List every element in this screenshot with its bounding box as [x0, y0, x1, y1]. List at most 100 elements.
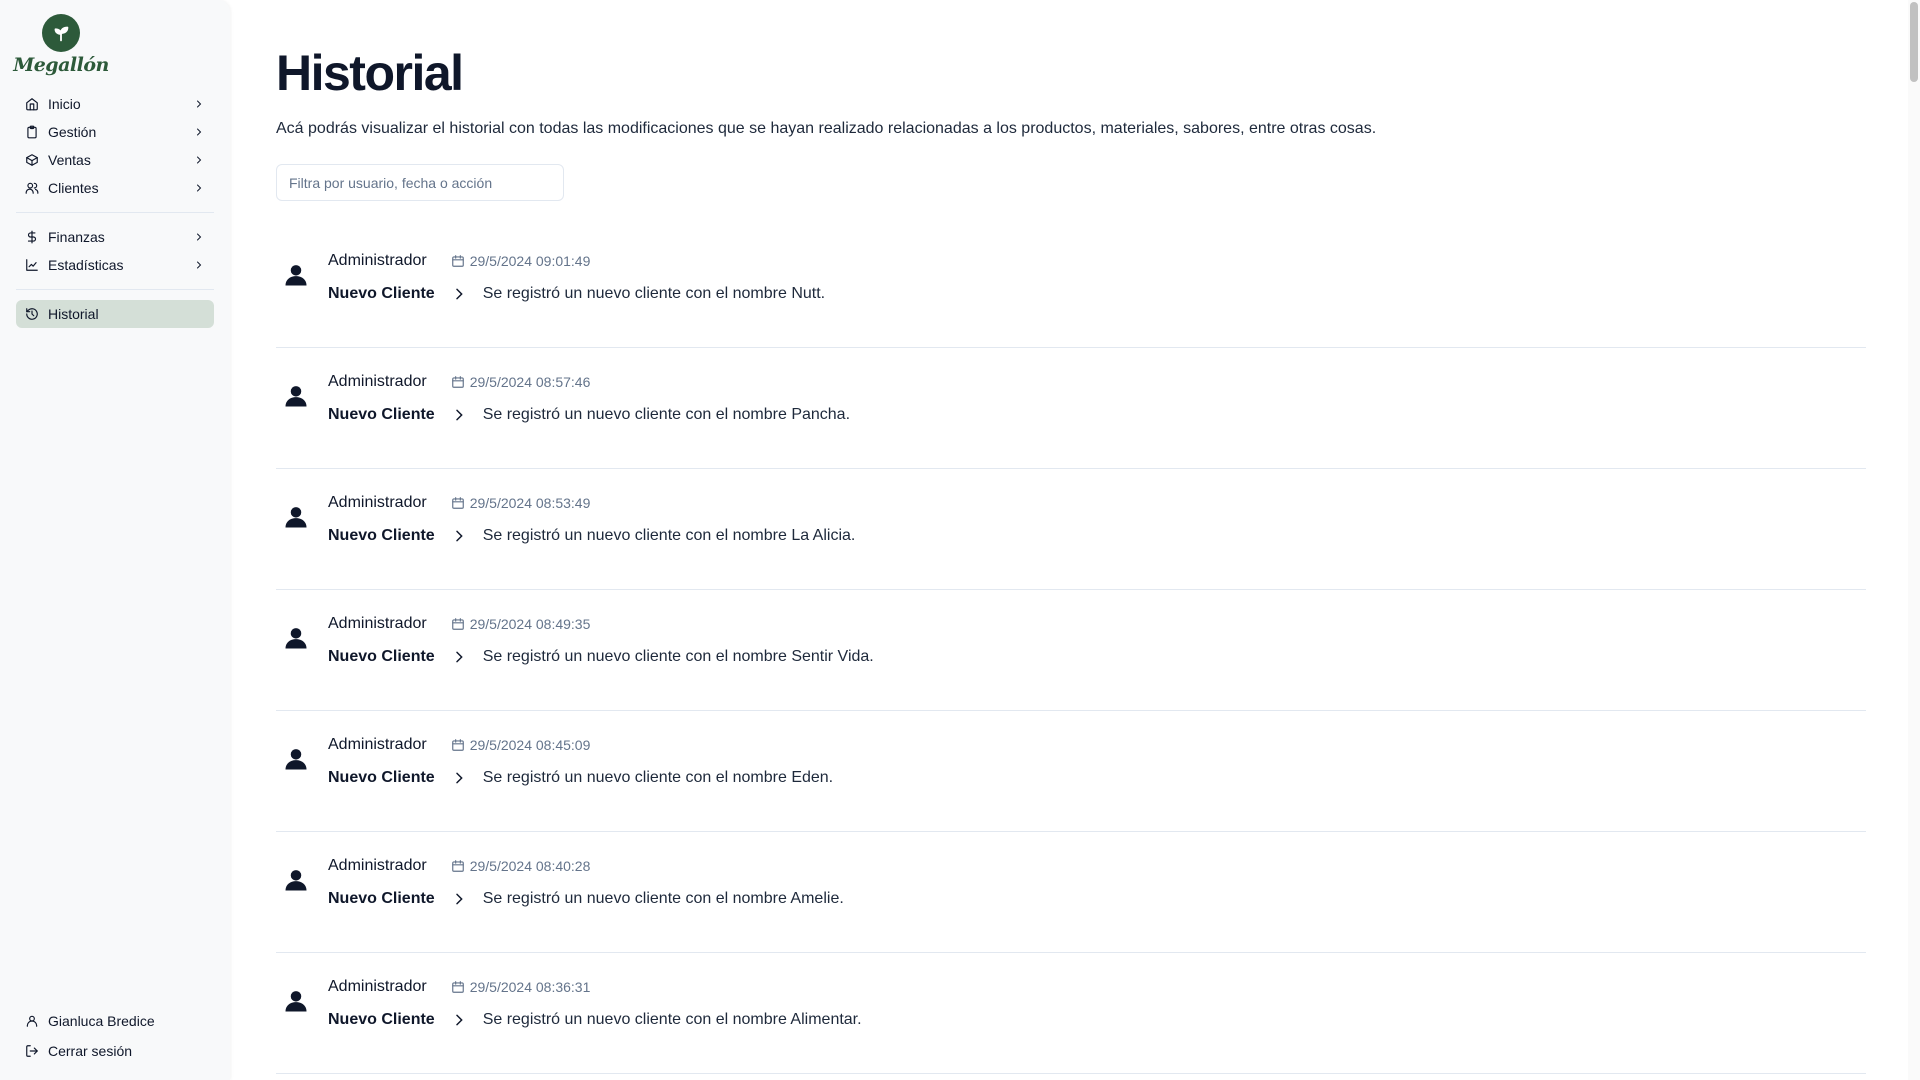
sidebar-item-label: Gestión [48, 124, 97, 140]
user-avatar-icon [282, 624, 310, 652]
entry-meta: Administrador 29/5/2024 08:36:31 [328, 978, 590, 996]
logout-icon [24, 1043, 40, 1059]
entry-body: Nuevo Cliente Se registró un nuevo clien… [328, 1011, 862, 1029]
history-entry: Administrador 29/5/2024 08:49:35 Nuevo C… [276, 590, 1866, 711]
nav-group-history: Historial [16, 300, 214, 338]
sidebar: Megallón Inicio Gestión Ventas Clientes … [0, 0, 230, 1080]
entry-date: 29/5/2024 08:57:46 [469, 374, 591, 390]
entry-body: Nuevo Cliente Se registró un nuevo clien… [328, 890, 844, 908]
entry-date: 29/5/2024 09:01:49 [469, 253, 591, 269]
calendar-icon [451, 980, 465, 994]
clipboard-icon [24, 124, 40, 140]
entry-user: Administrador [328, 978, 427, 995]
entry-action: Nuevo Cliente [328, 285, 435, 302]
chevron-right-icon [192, 258, 206, 272]
logout-label: Cerrar sesión [48, 1043, 133, 1059]
chevron-right-icon [451, 1012, 467, 1028]
entry-meta: Administrador 29/5/2024 09:01:49 [328, 252, 590, 270]
entry-meta: Administrador 29/5/2024 08:45:09 [328, 736, 590, 754]
entry-meta: Administrador 29/5/2024 08:49:35 [328, 615, 590, 633]
entry-date: 29/5/2024 08:45:09 [469, 737, 591, 753]
entry-date: 29/5/2024 08:40:28 [469, 858, 591, 874]
sidebar-item-estadisticas[interactable]: Estadísticas [16, 251, 214, 279]
history-entry: Administrador 29/5/2024 08:53:49 Nuevo C… [276, 469, 1866, 590]
history-entry: Administrador 29/5/2024 08:40:28 Nuevo C… [276, 832, 1866, 953]
sidebar-item-finanzas[interactable]: Finanzas [16, 223, 214, 251]
entry-user: Administrador [328, 857, 427, 874]
filter-input[interactable] [276, 164, 564, 201]
sidebar-item-ventas[interactable]: Ventas [16, 146, 214, 174]
package-icon [24, 152, 40, 168]
chevron-right-icon [192, 125, 206, 139]
sidebar-nav: Inicio Gestión Ventas Clientes Finanzas … [16, 90, 214, 338]
entry-date-wrap: 29/5/2024 08:49:35 [451, 616, 591, 632]
entry-detail: Se registró un nuevo cliente con el nomb… [482, 890, 844, 907]
entry-detail: Se registró un nuevo cliente con el nomb… [482, 648, 874, 665]
chevron-right-icon [451, 286, 467, 302]
chevron-right-icon [451, 770, 467, 786]
chevron-right-icon [192, 230, 206, 244]
entry-meta: Administrador 29/5/2024 08:53:49 [328, 494, 590, 512]
sidebar-item-clientes[interactable]: Clientes [16, 174, 214, 202]
chevron-right-icon [451, 891, 467, 907]
user-avatar-icon [282, 382, 310, 410]
entry-detail: Se registró un nuevo cliente con el nomb… [482, 527, 856, 544]
sidebar-item-gestion[interactable]: Gestión [16, 118, 214, 146]
entry-body: Nuevo Cliente Se registró un nuevo clien… [328, 769, 833, 787]
history-icon [24, 306, 40, 322]
logout-button[interactable]: Cerrar sesión [16, 1036, 214, 1066]
entry-action: Nuevo Cliente [328, 527, 435, 544]
chevron-right-icon [451, 649, 467, 665]
chevron-right-icon [192, 153, 206, 167]
calendar-icon [451, 375, 465, 389]
page-title: Historial [276, 45, 464, 101]
history-entry: Administrador 29/5/2024 08:36:31 Nuevo C… [276, 953, 1866, 1074]
brand-logo[interactable]: Megallón [13, 14, 109, 76]
entry-user: Administrador [328, 252, 427, 269]
entry-date: 29/5/2024 08:49:35 [469, 616, 591, 632]
calendar-icon [451, 617, 465, 631]
history-list: Administrador 29/5/2024 09:01:49 Nuevo C… [276, 227, 1866, 1074]
entry-body: Nuevo Cliente Se registró un nuevo clien… [328, 285, 825, 303]
entry-meta: Administrador 29/5/2024 08:57:46 [328, 373, 590, 391]
entry-date: 29/5/2024 08:36:31 [469, 979, 591, 995]
entry-date-wrap: 29/5/2024 08:53:49 [451, 495, 591, 511]
entry-user: Administrador [328, 736, 427, 753]
entry-action: Nuevo Cliente [328, 406, 435, 423]
entry-date-wrap: 29/5/2024 08:36:31 [451, 979, 591, 995]
entry-user: Administrador [328, 494, 427, 511]
user-icon [24, 1013, 40, 1029]
calendar-icon [451, 496, 465, 510]
history-entry: Administrador 29/5/2024 09:01:49 Nuevo C… [276, 227, 1866, 348]
entry-detail: Se registró un nuevo cliente con el nomb… [482, 1011, 862, 1028]
chevron-right-icon [451, 528, 467, 544]
nav-group-reports: Finanzas Estadísticas [16, 223, 214, 290]
sidebar-item-inicio[interactable]: Inicio [16, 90, 214, 118]
calendar-icon [451, 738, 465, 752]
user-avatar-icon [282, 745, 310, 773]
nav-group-main: Inicio Gestión Ventas Clientes [16, 90, 214, 213]
user-profile[interactable]: Gianluca Bredice [16, 1006, 214, 1036]
sidebar-item-historial[interactable]: Historial [16, 300, 214, 328]
history-entry: Administrador 29/5/2024 08:45:09 Nuevo C… [276, 711, 1866, 832]
history-entry: Administrador 29/5/2024 08:57:46 Nuevo C… [276, 348, 1866, 469]
entry-action: Nuevo Cliente [328, 769, 435, 786]
brand-name: Megallón [13, 54, 109, 76]
home-icon [24, 96, 40, 112]
entry-date: 29/5/2024 08:53:49 [469, 495, 591, 511]
sidebar-item-label: Finanzas [48, 229, 105, 245]
user-avatar-icon [282, 866, 310, 894]
entry-body: Nuevo Cliente Se registró un nuevo clien… [328, 527, 855, 545]
entry-user: Administrador [328, 373, 427, 390]
entry-action: Nuevo Cliente [328, 1011, 435, 1028]
entry-date-wrap: 29/5/2024 08:40:28 [451, 858, 591, 874]
sidebar-item-label: Estadísticas [48, 257, 124, 273]
entry-action: Nuevo Cliente [328, 890, 435, 907]
entry-action: Nuevo Cliente [328, 648, 435, 665]
user-avatar-icon [282, 261, 310, 289]
scrollbar-thumb[interactable] [1910, 2, 1918, 82]
sidebar-item-label: Historial [48, 306, 99, 322]
scrollbar[interactable] [1908, 0, 1920, 1080]
user-avatar-icon [282, 987, 310, 1015]
chevron-right-icon [192, 181, 206, 195]
